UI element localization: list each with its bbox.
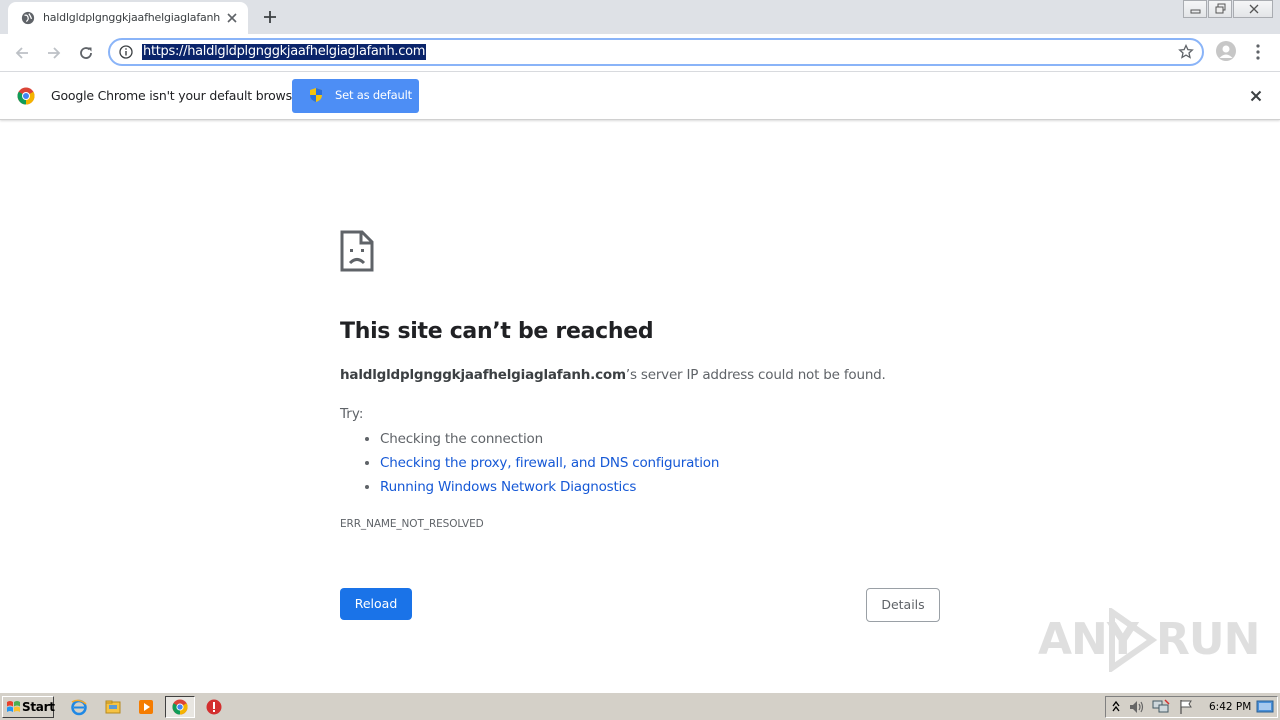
new-tab-plus-icon[interactable]: [261, 8, 279, 26]
restore-icon: [1215, 3, 1226, 14]
set-as-default-label: Set as default: [335, 88, 412, 102]
close-window-icon: [1249, 4, 1259, 14]
error-message: haldlgldplgnggkjaafhelgiaglafanh.com’s s…: [340, 367, 886, 383]
minimize-button[interactable]: [1183, 0, 1207, 18]
address-bar[interactable]: https://haldlgldplgnggkjaafhelgiaglafanh…: [108, 38, 1204, 66]
site-info-icon[interactable]: [119, 45, 133, 59]
taskbar: Start 6:42 PM: [0, 692, 1280, 720]
suggestion-check-connection: Checking the connection: [365, 429, 719, 453]
profile-avatar-icon[interactable]: [1216, 41, 1236, 61]
kebab-menu-icon[interactable]: [1250, 43, 1266, 61]
windows-flag-icon: [7, 701, 20, 712]
suggestions-list: Checking the connection Checking the pro…: [365, 429, 719, 501]
infobar-close-icon[interactable]: [1248, 88, 1264, 104]
tab-title: haldlgldplgnggkjaafhelgiaglafanh.com: [43, 11, 221, 24]
taskbar-clock: 6:42 PM: [1209, 701, 1252, 713]
volume-speaker-icon[interactable]: [1128, 699, 1146, 715]
reload-button[interactable]: Reload: [340, 588, 412, 620]
details-button[interactable]: Details: [866, 588, 940, 622]
action-center-flag-icon[interactable]: [1178, 699, 1194, 715]
minimize-icon: [1190, 9, 1201, 14]
start-button[interactable]: Start: [2, 696, 55, 718]
tab-strip: haldlgldplgnggkjaafhelgiaglafanh.com: [0, 0, 1280, 34]
suggestion-check-proxy-link[interactable]: Checking the proxy, firewall, and DNS co…: [365, 453, 719, 477]
restore-button[interactable]: [1208, 0, 1232, 18]
file-explorer-folder-icon[interactable]: [104, 698, 122, 716]
try-label: Try:: [340, 406, 364, 422]
infobar-message: Google Chrome isn't your default browser: [51, 88, 305, 103]
tray-expand-arrow-icon[interactable]: [1111, 700, 1121, 714]
error-code: ERR_NAME_NOT_RESOLVED: [340, 518, 484, 530]
browser-window: haldlgldplgnggkjaafhelgiaglafanh.com: [0, 0, 1280, 692]
start-label: Start: [22, 700, 55, 714]
set-as-default-button[interactable]: Set as default: [292, 79, 419, 113]
chrome-taskbar-icon: [172, 699, 188, 715]
error-host: haldlgldplgnggkjaafhelgiaglafanh.com: [340, 367, 626, 383]
chrome-logo-icon: [17, 87, 35, 105]
active-tab[interactable]: haldlgldplgnggkjaafhelgiaglafanh.com: [8, 2, 248, 34]
close-tab-icon[interactable]: [225, 11, 239, 25]
stop-sign-app-icon[interactable]: [205, 698, 223, 716]
system-tray: [1105, 696, 1278, 718]
toolbar: https://haldlgldplgnggkjaafhelgiaglafanh…: [0, 34, 1280, 72]
taskbar-chrome-button[interactable]: [165, 696, 195, 718]
show-desktop-icon[interactable]: [1256, 700, 1274, 714]
bookmark-star-icon[interactable]: [1178, 44, 1194, 60]
network-computer-icon[interactable]: [1152, 699, 1170, 715]
forward-arrow-icon[interactable]: [44, 43, 64, 63]
reload-icon[interactable]: [76, 43, 96, 63]
watermark-text-right: RUN: [1156, 614, 1260, 665]
back-arrow-icon[interactable]: [12, 43, 32, 63]
anyrun-watermark: ANY RUN: [1038, 608, 1260, 672]
media-player-icon[interactable]: [137, 698, 155, 716]
default-browser-infobar: Google Chrome isn't your default browser…: [0, 72, 1280, 120]
error-title: This site can’t be reached: [340, 319, 654, 344]
error-message-suffix: ’s server IP address could not be found.: [625, 367, 886, 383]
url-text[interactable]: https://haldlgldplgnggkjaafhelgiaglafanh…: [142, 44, 427, 60]
close-window-button[interactable]: [1233, 0, 1273, 18]
suggestion-network-diagnostics-link[interactable]: Running Windows Network Diagnostics: [365, 477, 719, 501]
globe-icon: [21, 11, 35, 25]
play-logo-icon: [1109, 608, 1158, 672]
uac-shield-icon: [310, 88, 322, 102]
person-icon: [1219, 45, 1233, 58]
internet-explorer-icon[interactable]: [70, 698, 88, 716]
sad-document-icon: [340, 230, 374, 272]
